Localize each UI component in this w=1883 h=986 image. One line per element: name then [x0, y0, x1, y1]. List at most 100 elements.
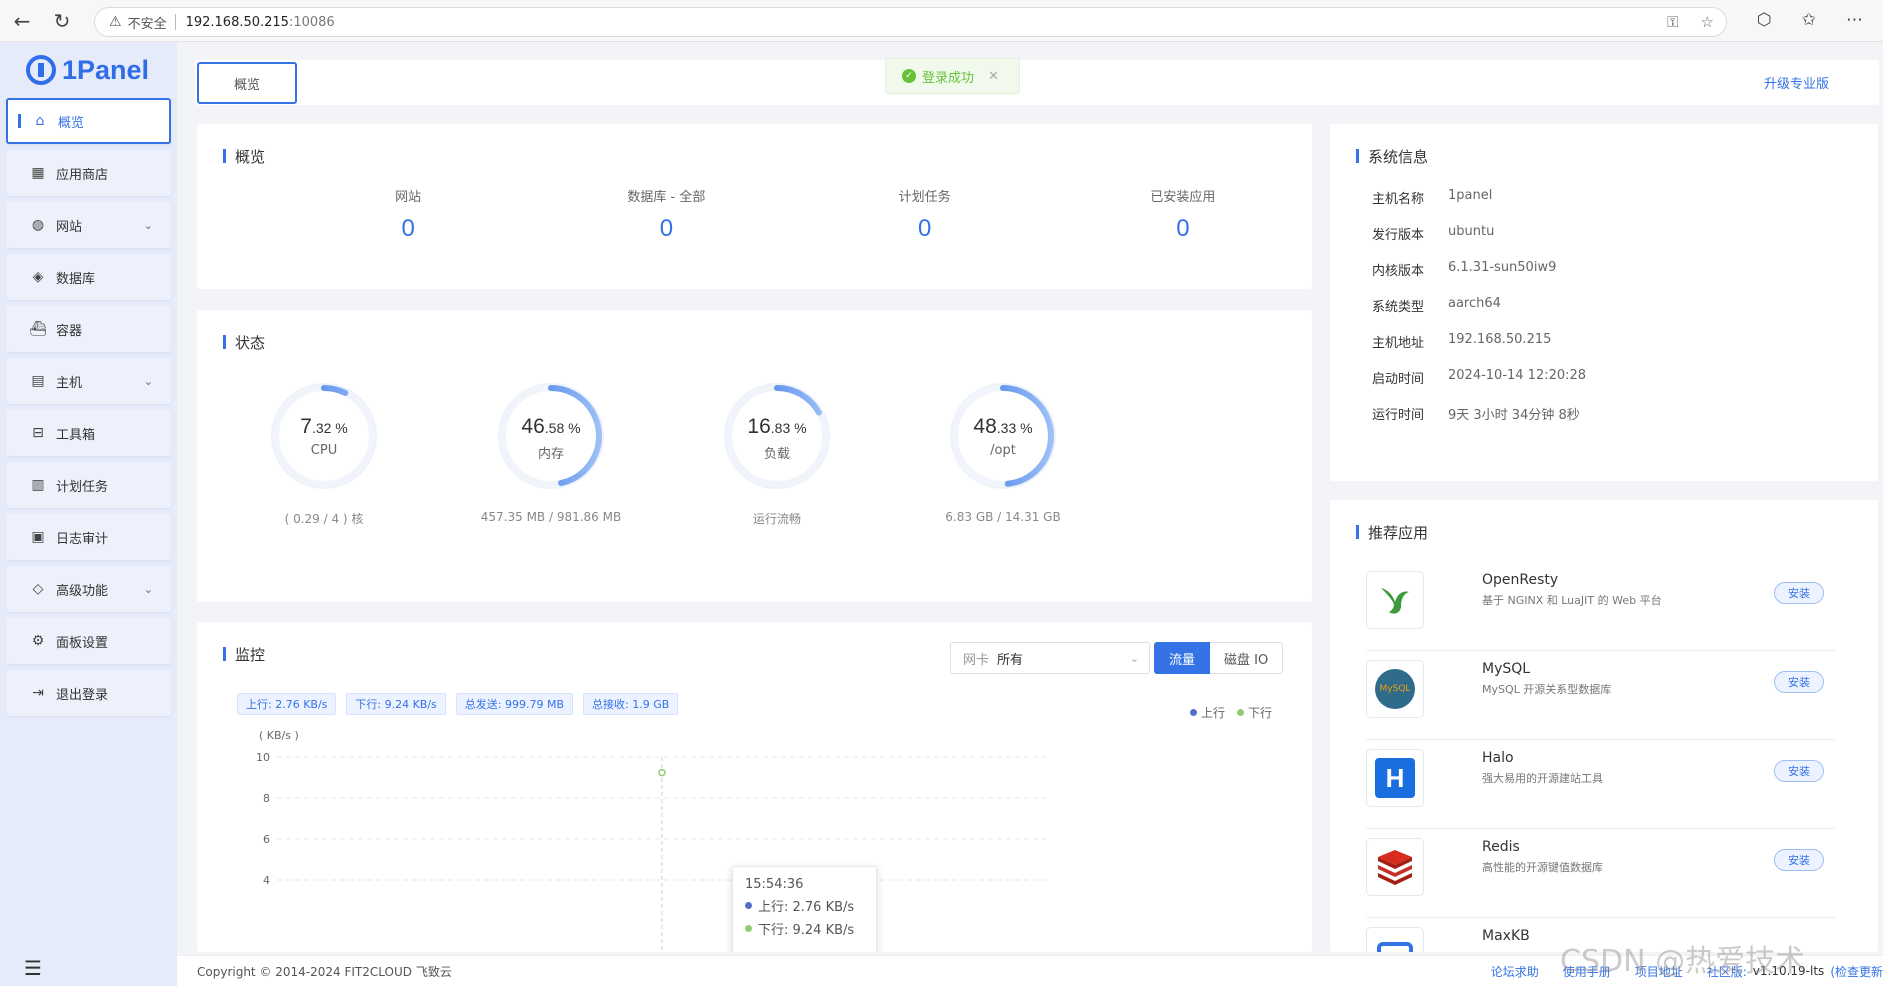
monitor-card: 监控 网卡 所有 ⌄ 流量 磁盘 IO 上行: 2.76 KB/s 下行: 9.2…	[197, 622, 1312, 952]
app-desc: 高性能的开源键值数据库	[1482, 861, 1603, 874]
logout-icon: ⇥	[32, 685, 44, 701]
sysinfo-value: 2024-10-14 12:20:28	[1448, 368, 1587, 383]
sidebar-item-label: 高级功能	[56, 583, 109, 599]
url-host: 192.168.50.215	[185, 14, 289, 30]
data-point-down	[658, 768, 666, 777]
overview-stat[interactable]: 已安装应用 0	[1054, 186, 1312, 243]
install-button[interactable]: 安装	[1774, 582, 1824, 604]
tooltip-time: 15:54:36	[745, 877, 804, 892]
app-item[interactable]: Redis 高性能的开源键值数据库 安装	[1366, 829, 1836, 918]
sidebar-item-3[interactable]: ◈ 数据库	[6, 254, 171, 300]
sidebar-item-label: 面板设置	[56, 635, 109, 651]
system-info-card: 系统信息 主机名称 1panel 发行版本 ubuntu 内核版本 6.1.31-sun5…	[1330, 124, 1878, 481]
sidebar-item-9[interactable]: ◇ 高级功能 ⌄	[6, 566, 171, 612]
sysinfo-key: 启动时间	[1372, 372, 1425, 387]
address-bar[interactable]: ⚠ 不安全 192.168.50.215:10086 ⚿ ☆	[94, 7, 1727, 37]
sysinfo-value: ubuntu	[1448, 224, 1495, 239]
card-title: 系统信息	[1356, 146, 1428, 167]
sidebar-item-10[interactable]: ⚙ 面板设置	[6, 618, 171, 664]
sysinfo-row: 运行时间 9天 3小时 34分钟 8秒	[1372, 404, 1586, 440]
stat-value[interactable]: 0	[279, 215, 537, 243]
app-name[interactable]: OpenResty	[1482, 572, 1558, 588]
close-icon[interactable]: ✕	[988, 69, 999, 84]
collapse-menu-icon[interactable]: ☰	[24, 956, 42, 980]
key-icon[interactable]: ⚿	[1667, 13, 1678, 31]
app-name[interactable]: Redis	[1482, 839, 1520, 855]
stat-value[interactable]: 0	[537, 215, 795, 243]
app-item[interactable]: MySQL MySQL MySQL 开源关系型数据库 安装	[1366, 651, 1836, 740]
star-icon[interactable]: ☆	[1701, 13, 1714, 31]
layers-icon: ◈	[32, 269, 44, 285]
tab-overview[interactable]: 概览	[197, 62, 297, 104]
chevron-down-icon: ⌄	[143, 582, 153, 596]
app-desc: MySQL 开源关系型数据库	[1482, 683, 1612, 696]
sysinfo-row: 主机地址 192.168.50.215	[1372, 332, 1586, 368]
sidebar-item-11[interactable]: ⇥ 退出登录	[6, 670, 171, 716]
install-button[interactable]: 安装	[1774, 849, 1824, 871]
install-button[interactable]: 安装	[1774, 671, 1824, 693]
stat-label: 网站	[395, 190, 422, 205]
forum-link[interactable]: 论坛求助	[1491, 963, 1539, 980]
stat-value[interactable]: 0	[796, 215, 1054, 243]
halo-icon: H	[1366, 749, 1424, 807]
sidebar-menu: ⌂ 概览 ▦ 应用商店 ◍ 网站 ⌄ ◈ 数据库 ⛴ 容器 ▤ 主机 ⌄ ⊟ 工具箱 ▥ 计划任务 ▣ 日志审计 ◇ 高级…	[0, 98, 177, 716]
sysinfo-value: 6.1.31-sun50iw9	[1448, 260, 1557, 275]
sidebar-item-label: 网站	[56, 219, 83, 235]
overview-stat[interactable]: 网站 0	[279, 186, 537, 243]
sidebar-item-6[interactable]: ⊟ 工具箱	[6, 410, 171, 456]
gear-icon: ⚙	[31, 633, 45, 649]
more-icon[interactable]: ⋯	[1846, 10, 1863, 30]
copyright: Copyright © 2014-2024 FIT2CLOUD 飞致云	[197, 964, 452, 979]
log-icon: ▣	[31, 529, 45, 545]
card-title: 推荐应用	[1356, 522, 1428, 543]
globe-icon: ◍	[31, 217, 45, 233]
sysinfo-row: 启动时间 2024-10-14 12:20:28	[1372, 368, 1586, 404]
overview-stat[interactable]: 数据库 - 全部 0	[537, 186, 795, 243]
gauge-value: 7.32 %	[300, 415, 348, 438]
sidebar-item-1[interactable]: ▦ 应用商店	[6, 150, 171, 196]
overview-stat[interactable]: 计划任务 0	[796, 186, 1054, 243]
sidebar-item-2[interactable]: ◍ 网站 ⌄	[6, 202, 171, 248]
status-card: 状态 7.32 % CPU ( 0.29 / 4 ) 核 46.58 % 内存 …	[197, 310, 1312, 602]
sysinfo-row: 发行版本 ubuntu	[1372, 224, 1586, 260]
sidebar-item-label: 容器	[56, 323, 83, 339]
app-item[interactable]: OpenResty 基于 NGINX 和 LuaJIT 的 Web 平台 安装	[1366, 562, 1836, 651]
sidebar-item-label: 计划任务	[56, 479, 109, 495]
stat-label: 已安装应用	[1150, 190, 1216, 205]
sysinfo-key: 主机名称	[1372, 192, 1425, 207]
sidebar-item-8[interactable]: ▣ 日志审计	[6, 514, 171, 560]
app-name[interactable]: MySQL	[1482, 661, 1530, 677]
favorites-icon[interactable]: ✩	[1802, 10, 1816, 30]
reload-icon[interactable]: ↻	[44, 3, 80, 39]
y-tick-label: 8	[263, 792, 270, 805]
back-icon[interactable]: ←	[4, 3, 40, 39]
recommended-apps-card: 推荐应用 OpenResty 基于 NGINX 和 LuaJIT 的 Web 平台…	[1330, 500, 1878, 952]
gauge-detail: 6.83 GB / 14.31 GB	[945, 510, 1061, 524]
extensions-icon[interactable]: ⬡	[1757, 10, 1772, 30]
sidebar-item-7[interactable]: ▥ 计划任务	[6, 462, 171, 508]
stat-value[interactable]: 0	[1054, 215, 1312, 243]
check-update-link[interactable]: (检查更新	[1830, 963, 1883, 980]
sidebar-item-4[interactable]: ⛴ 容器	[6, 306, 171, 352]
app-name[interactable]: MaxKB	[1482, 928, 1530, 944]
sidebar-item-5[interactable]: ▤ 主机 ⌄	[6, 358, 171, 404]
gauge-value: 46.58 %	[521, 415, 581, 438]
y-axis-label: ( KB/s )	[259, 729, 299, 742]
whale-icon: ⛴	[29, 321, 47, 337]
app-name[interactable]: Halo	[1482, 750, 1514, 766]
sidebar-item-0[interactable]: ⌂ 概览	[6, 98, 171, 144]
sidebar-item-label: 概览	[58, 115, 85, 131]
sidebar-item-label: 退出登录	[56, 687, 109, 703]
chevron-down-icon: ⌄	[143, 218, 153, 232]
sysinfo-key: 系统类型	[1372, 300, 1425, 315]
y-tick-label: 4	[263, 874, 270, 887]
grid-icon: ▦	[31, 165, 45, 181]
app-item[interactable]: H Halo 强大易用的开源建站工具 安装	[1366, 740, 1836, 829]
mysql-icon: MySQL	[1366, 660, 1424, 718]
install-button[interactable]: 安装	[1774, 760, 1824, 782]
home-icon: ⌂	[35, 113, 45, 129]
upgrade-pro-link[interactable]: 升级专业版	[1764, 73, 1829, 92]
sysinfo-value: 9天 3小时 34分钟 8秒	[1448, 408, 1580, 423]
server-icon: ▤	[31, 373, 45, 389]
logo[interactable]: 1Panel	[0, 42, 177, 98]
